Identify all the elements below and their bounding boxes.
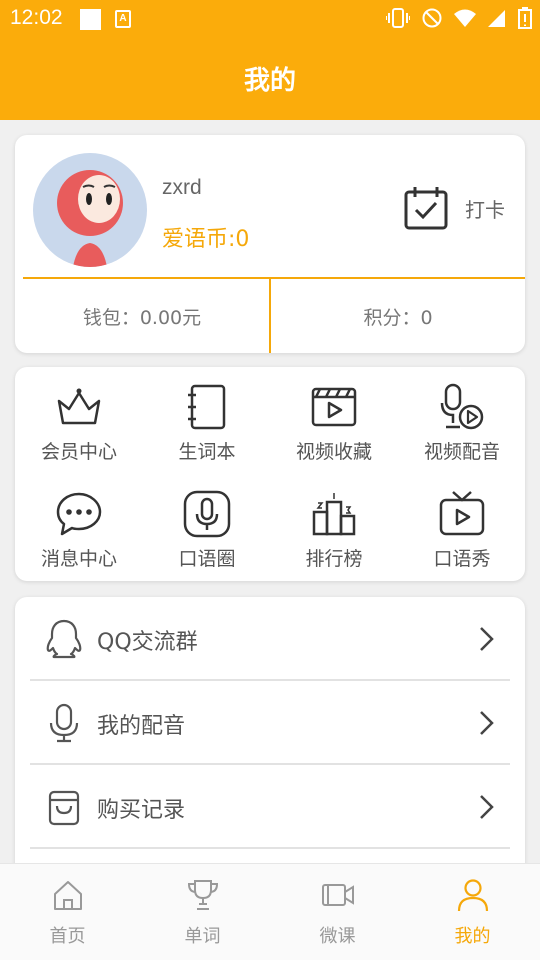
tv-play-icon — [439, 491, 485, 536]
chevron-right-icon — [480, 795, 494, 819]
cartoon-avatar-icon — [57, 170, 123, 267]
grid-item-label: 口语圈 — [178, 548, 236, 570]
chat-bubble-icon — [56, 492, 102, 536]
grid-item-vocabulary[interactable]: 生词本 — [143, 371, 271, 471]
grid-item-label: 排行榜 — [305, 548, 363, 570]
grid-item-vip-center[interactable]: 会员中心 — [15, 371, 143, 471]
notification-square-icon — [80, 9, 101, 30]
wallet-balance[interactable]: 钱包：0.00元 — [15, 279, 269, 353]
video-camera-icon — [322, 884, 354, 906]
tab-label: 首页 — [49, 926, 86, 947]
crown-icon — [57, 388, 101, 425]
grid-item-video-favorites[interactable]: 视频收藏 — [270, 371, 398, 471]
grid-item-video-dubbing[interactable]: 视频配音 — [398, 371, 526, 471]
mic-play-icon — [440, 383, 484, 430]
qq-penguin-icon — [46, 619, 82, 659]
points-balance[interactable]: 积分：0 — [271, 279, 525, 353]
checkin-button[interactable]: 打卡 — [403, 185, 505, 231]
wifi-icon — [454, 9, 476, 27]
list-item-purchase-history[interactable]: 购买记录 — [30, 765, 510, 849]
list-item-label: 我的配音 — [97, 714, 186, 739]
menu-list: QQ交流群 我的配音 购买记录 — [15, 597, 525, 897]
grid-item-label: 视频收藏 — [295, 441, 372, 463]
signal-icon — [488, 10, 505, 27]
status-icons — [386, 7, 532, 29]
calendar-check-icon — [404, 187, 448, 230]
profile-card: zxrd 爱语币:0 打卡 钱包：0.00元 积分：0 — [15, 135, 525, 353]
page-title: 我的 — [243, 66, 296, 96]
tab-micro-course[interactable]: 微课 — [270, 864, 405, 960]
shopping-bag-icon — [48, 790, 80, 826]
chevron-right-icon — [480, 711, 494, 735]
battery-icon — [518, 7, 532, 29]
grid-item-label: 会员中心 — [40, 441, 117, 463]
chevron-right-icon — [480, 627, 494, 651]
tab-home[interactable]: 首页 — [0, 864, 135, 960]
grid-item-label: 消息中心 — [40, 548, 117, 570]
grid-item-speaking-circle[interactable]: 口语圈 — [143, 478, 271, 578]
list-item-label: 购买记录 — [97, 798, 186, 823]
title-bar: 我的 — [0, 36, 540, 120]
grid-item-label: 口语秀 — [433, 548, 491, 570]
vibrate-icon — [386, 8, 410, 28]
checkin-label: 打卡 — [465, 197, 505, 222]
tab-label: 我的 — [454, 926, 491, 947]
podium-icon — [312, 493, 356, 536]
status-bar: 12:02 A — [0, 0, 540, 36]
tab-mine[interactable]: 我的 — [405, 864, 540, 960]
avatar[interactable] — [33, 153, 147, 267]
bottom-nav: 首页 单词 微课 我的 — [0, 863, 540, 960]
grid-item-message-center[interactable]: 消息中心 — [15, 478, 143, 578]
notification-a-icon: A — [115, 10, 131, 28]
grid-item-label: 生词本 — [178, 441, 236, 463]
mic-circle-icon — [183, 490, 231, 538]
microphone-icon — [49, 703, 79, 743]
feature-grid: 会员中心 生词本 视频收藏 视频配音 消息中心 口语圈 排行榜 口语秀 — [15, 367, 525, 581]
grid-item-speaking-show[interactable]: 口语秀 — [398, 478, 526, 578]
notebook-icon — [188, 384, 226, 430]
list-item-my-dubbing[interactable]: 我的配音 — [30, 681, 510, 765]
person-icon — [457, 879, 489, 912]
tab-label: 单词 — [184, 926, 221, 947]
video-clapper-icon — [311, 387, 357, 427]
tab-words[interactable]: 单词 — [135, 864, 270, 960]
grid-item-label: 视频配音 — [423, 441, 500, 463]
no-sim-icon — [422, 8, 442, 28]
home-icon — [54, 881, 82, 910]
list-item-label: QQ交流群 — [97, 630, 198, 655]
list-item-qq-group[interactable]: QQ交流群 — [30, 597, 510, 681]
status-time: 12:02 — [10, 6, 63, 29]
username: zxrd — [162, 176, 202, 199]
grid-item-leaderboard[interactable]: 排行榜 — [270, 478, 398, 578]
coin-balance: 爱语币:0 — [162, 227, 250, 252]
tab-label: 微课 — [319, 926, 356, 947]
trophy-icon — [187, 880, 219, 910]
